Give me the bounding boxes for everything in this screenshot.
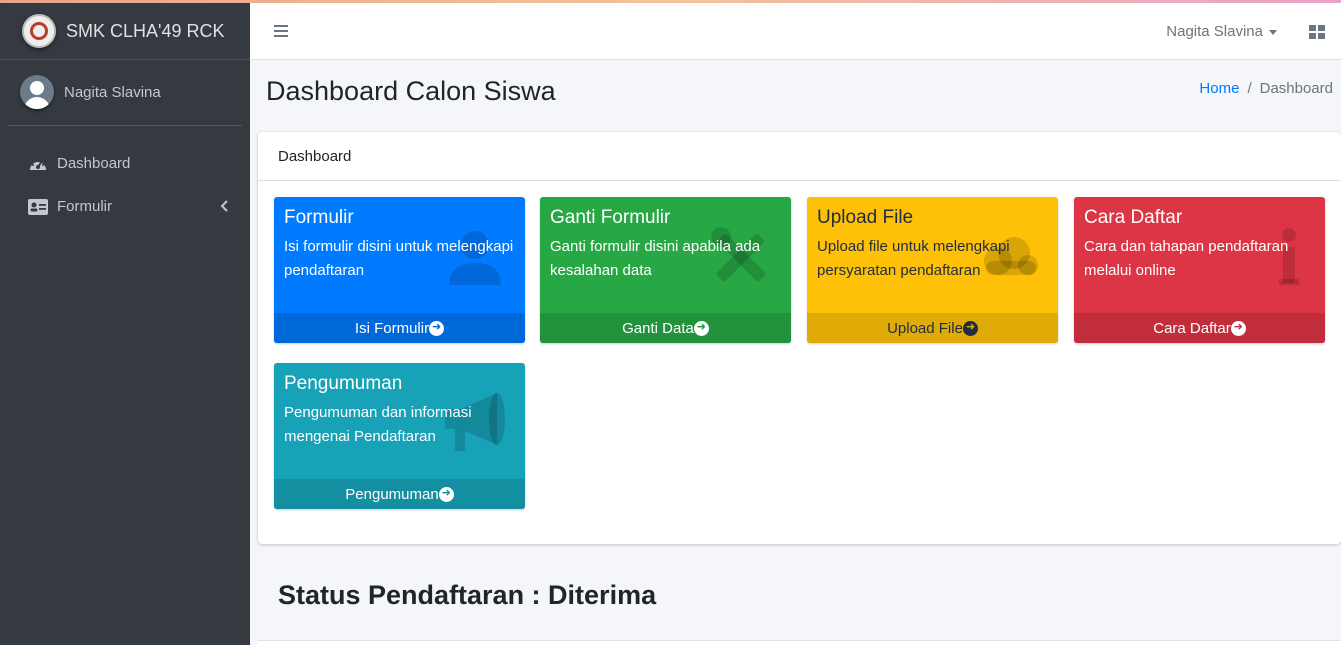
box-desc: Ganti formulir disini apabila ada kesala…	[550, 238, 761, 279]
box-title: Pengumuman	[284, 373, 403, 394]
upload-file-link[interactable]: Upload File	[807, 313, 1058, 343]
box-desc: Cara dan tahapan pendaftaran melalui onl…	[1084, 238, 1289, 279]
page-title: Dashboard Calon Siswa	[266, 76, 556, 106]
box-title: Cara Daftar	[1084, 207, 1183, 228]
arrow-circle-right-icon	[1230, 320, 1246, 336]
breadcrumb-current: Dashboard	[1259, 80, 1333, 97]
box-footer-label: Pengumuman	[345, 485, 439, 503]
sidebar-user-name[interactable]: Nagita Slavina	[64, 84, 161, 101]
avatar	[20, 75, 54, 109]
user-panel: Nagita Slavina	[8, 60, 242, 126]
box-pengumuman: Pengumuman Pengumuman dan informasi meng…	[274, 363, 525, 509]
dashboard-card: Dashboard Formulir Isi formulir disini u…	[258, 132, 1341, 544]
box-ganti-formulir: Ganti Formulir Ganti formulir disini apa…	[540, 197, 791, 343]
bottom-divider	[258, 640, 1341, 645]
box-footer-label: Upload File	[887, 319, 963, 337]
box-footer-label: Isi Formulir	[354, 319, 430, 337]
box-title: Upload File	[817, 207, 914, 228]
brand-link[interactable]: SMK CLHA'49 RCK	[0, 3, 250, 60]
isi-formulir-link[interactable]: Isi Formulir	[274, 313, 525, 343]
user-dropdown[interactable]: Nagita Slavina	[1166, 23, 1277, 40]
top-navbar: Nagita Slavina	[250, 3, 1341, 60]
status-pendaftaran: Status Pendaftaran : Diterima	[278, 580, 657, 610]
box-title: Ganti Formulir	[550, 207, 671, 228]
box-footer-label: Cara Daftar	[1153, 319, 1231, 337]
grid-icon[interactable]	[1309, 25, 1325, 39]
sidebar-item-label: Dashboard	[57, 155, 131, 172]
box-formulir: Formulir Isi formulir disini untuk melen…	[274, 197, 525, 343]
sidebar-item-label: Formulir	[57, 198, 112, 215]
navbar-user-name: Nagita Slavina	[1166, 23, 1263, 40]
brand-name: SMK CLHA'49 RCK	[66, 20, 225, 41]
ganti-data-link[interactable]: Ganti Data	[540, 313, 791, 343]
box-desc: Isi formulir disini untuk melengkapi pen…	[284, 238, 514, 279]
cara-daftar-link[interactable]: Cara Daftar	[1074, 313, 1325, 343]
arrow-circle-right-icon	[962, 320, 978, 336]
breadcrumb: Home / Dashboard	[1199, 80, 1333, 97]
card-title: Dashboard	[258, 132, 1341, 181]
sidebar-item-dashboard[interactable]: Dashboard	[0, 142, 250, 185]
chevron-left-icon	[220, 199, 228, 215]
box-upload-file: Upload File Upload file untuk melengkapi…	[807, 197, 1058, 343]
box-title: Formulir	[284, 207, 354, 228]
content-header: Dashboard Calon Siswa Home / Dashboard	[250, 60, 1341, 132]
breadcrumb-home[interactable]: Home	[1199, 80, 1239, 97]
box-cara-daftar: Cara Daftar Cara dan tahapan pendaftaran…	[1074, 197, 1325, 343]
id-card-icon	[27, 198, 49, 216]
arrow-circle-right-icon	[438, 486, 454, 502]
pengumuman-link[interactable]: Pengumuman	[274, 479, 525, 509]
sidebar-nav: Dashboard Formulir	[0, 126, 250, 228]
box-desc: Upload file untuk melengkapi persyaratan…	[817, 238, 1010, 279]
tachometer-icon	[27, 155, 49, 173]
menu-toggle-icon[interactable]	[274, 25, 288, 37]
sidebar: SMK CLHA'49 RCK Nagita Slavina Dashboard	[0, 3, 250, 645]
arrow-circle-right-icon	[693, 320, 709, 336]
box-footer-label: Ganti Data	[622, 319, 694, 337]
arrow-circle-right-icon	[429, 320, 445, 336]
sidebar-item-formulir[interactable]: Formulir	[0, 185, 250, 228]
caret-down-icon	[1269, 29, 1277, 35]
school-logo	[22, 14, 56, 48]
box-desc: Pengumuman dan informasi mengenai Pendaf…	[284, 404, 472, 445]
